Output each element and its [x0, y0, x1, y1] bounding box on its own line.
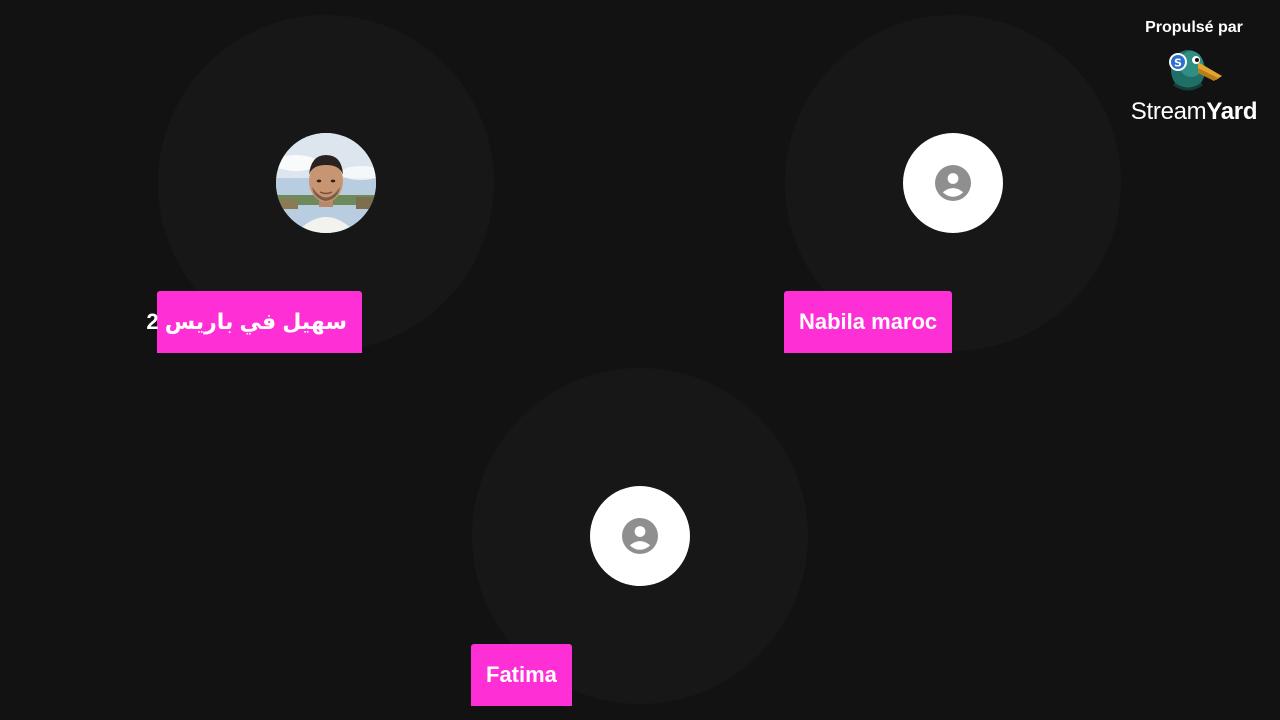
participant-name-tag: سهيل في باريس 2 [146, 291, 362, 353]
participant-name-tag: Nabila maroc [784, 291, 953, 353]
participant-photo-avatar [276, 133, 376, 233]
person-icon [935, 165, 971, 201]
duck-mascot-icon: S [1169, 50, 1222, 91]
streamyard-branding: Propulsé par S StreamYard [1124, 18, 1264, 126]
person-icon [622, 518, 658, 554]
participant-avatar-placeholder [590, 486, 690, 586]
streamyard-wordmark: StreamYard [1130, 98, 1258, 125]
stream-canvas: سهيل في باريس 2 Nabila maroc Fatima Prop… [0, 0, 1280, 720]
participant-name-tag: Fatima [471, 644, 572, 706]
participant-photo-image [276, 133, 376, 233]
participant-avatar-placeholder [903, 133, 1003, 233]
svg-text:S: S [1174, 57, 1182, 70]
powered-by-label: Propulsé par [1145, 19, 1243, 36]
